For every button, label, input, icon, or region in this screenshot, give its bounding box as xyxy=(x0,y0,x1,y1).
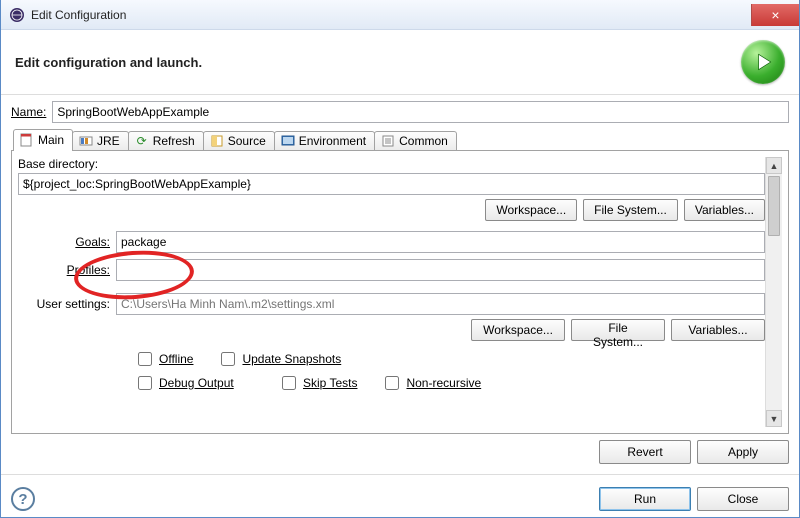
name-label: Name: xyxy=(11,105,46,119)
user-settings-filesystem-button[interactable]: File System... xyxy=(571,319,665,341)
debug-output-checkbox[interactable] xyxy=(138,376,152,390)
header-title: Edit configuration and launch. xyxy=(15,55,202,70)
revert-apply-row: Revert Apply xyxy=(1,434,799,464)
non-recursive-text: Non-recursive xyxy=(406,376,481,390)
titlebar-left: Edit Configuration xyxy=(1,7,126,23)
tab-jre[interactable]: JRE xyxy=(72,131,129,151)
checkbox-row-1: Offline Update Snapshots xyxy=(134,349,765,369)
offline-checkbox[interactable] xyxy=(138,352,152,366)
offline-text: Offline xyxy=(159,352,193,366)
refresh-tab-icon: ⟳ xyxy=(135,134,149,148)
main-tab-icon xyxy=(20,133,34,147)
tab-main[interactable]: Main xyxy=(13,129,73,151)
footer-buttons: Run Close xyxy=(599,487,789,511)
scroll-up-button[interactable]: ▲ xyxy=(766,157,782,174)
revert-button[interactable]: Revert xyxy=(599,440,691,464)
window-title: Edit Configuration xyxy=(31,8,126,22)
close-icon: × xyxy=(771,7,779,23)
help-button[interactable]: ? xyxy=(11,487,35,511)
vertical-scrollbar[interactable]: ▲ ▼ xyxy=(765,157,782,427)
tab-source[interactable]: Source xyxy=(203,131,275,151)
tab-common-label: Common xyxy=(399,134,448,148)
basedir-label: Base directory: xyxy=(18,157,765,171)
tab-source-label: Source xyxy=(228,134,266,148)
tab-refresh-label: Refresh xyxy=(153,134,195,148)
dialog-body: Name: Main JRE ⟳ Refresh xyxy=(1,95,799,434)
user-settings-variables-button[interactable]: Variables... xyxy=(671,319,765,341)
user-settings-button-row: Workspace... File System... Variables... xyxy=(18,319,765,341)
profiles-label: Profiles: xyxy=(18,263,110,277)
name-row: Name: xyxy=(11,101,789,123)
tab-environment-label: Environment xyxy=(299,134,366,148)
tab-environment[interactable]: Environment xyxy=(274,131,375,151)
update-snapshots-checkbox[interactable] xyxy=(221,352,235,366)
debug-output-text: Debug Output xyxy=(159,376,234,390)
jre-tab-icon xyxy=(79,134,93,148)
footer: ? Run Close xyxy=(1,481,799,517)
skip-tests-checkbox[interactable] xyxy=(282,376,296,390)
main-tab-inner: Base directory: Workspace... File System… xyxy=(18,157,765,427)
offline-checkbox-label[interactable]: Offline xyxy=(134,349,193,369)
skip-tests-text: Skip Tests xyxy=(303,376,357,390)
basedir-filesystem-button[interactable]: File System... xyxy=(583,199,678,221)
tab-refresh[interactable]: ⟳ Refresh xyxy=(128,131,204,151)
goals-input[interactable] xyxy=(116,231,765,253)
skip-tests-checkbox-label[interactable]: Skip Tests xyxy=(278,373,357,393)
update-snapshots-text: Update Snapshots xyxy=(242,352,341,366)
footer-separator xyxy=(1,474,799,475)
titlebar: Edit Configuration × xyxy=(1,0,799,30)
dialog-window: Edit Configuration × Edit configuration … xyxy=(0,0,800,518)
source-tab-icon xyxy=(210,134,224,148)
basedir-workspace-button[interactable]: Workspace... xyxy=(485,199,577,221)
scroll-track[interactable] xyxy=(766,238,782,410)
goals-label: Goals: xyxy=(18,235,110,249)
non-recursive-checkbox[interactable] xyxy=(385,376,399,390)
apply-button[interactable]: Apply xyxy=(697,440,789,464)
run-button[interactable]: Run xyxy=(599,487,691,511)
name-input[interactable] xyxy=(52,101,789,123)
user-settings-row: User settings: xyxy=(18,293,765,315)
profiles-input[interactable] xyxy=(116,259,765,281)
window-close-button[interactable]: × xyxy=(751,4,799,26)
main-tab-panel: Base directory: Workspace... File System… xyxy=(11,150,789,434)
user-settings-input[interactable] xyxy=(116,293,765,315)
basedir-button-row: Workspace... File System... Variables... xyxy=(18,199,765,221)
header: Edit configuration and launch. xyxy=(1,30,799,95)
profiles-row: Profiles: xyxy=(18,259,765,281)
tab-common[interactable]: Common xyxy=(374,131,457,151)
tab-bar: Main JRE ⟳ Refresh Source xyxy=(11,129,789,151)
run-icon xyxy=(741,40,785,84)
scroll-thumb[interactable] xyxy=(768,176,780,236)
environment-tab-icon xyxy=(281,134,295,148)
tab-main-label: Main xyxy=(38,133,64,147)
basedir-variables-button[interactable]: Variables... xyxy=(684,199,765,221)
goals-row: Goals: xyxy=(18,231,765,253)
scroll-down-button[interactable]: ▼ xyxy=(766,410,782,427)
close-button[interactable]: Close xyxy=(697,487,789,511)
user-settings-label: User settings: xyxy=(18,297,110,311)
non-recursive-checkbox-label[interactable]: Non-recursive xyxy=(381,373,481,393)
update-snapshots-checkbox-label[interactable]: Update Snapshots xyxy=(217,349,341,369)
user-settings-workspace-button[interactable]: Workspace... xyxy=(471,319,565,341)
basedir-input[interactable] xyxy=(18,173,765,195)
eclipse-icon xyxy=(9,7,25,23)
tab-jre-label: JRE xyxy=(97,134,120,148)
common-tab-icon xyxy=(381,134,395,148)
debug-output-checkbox-label[interactable]: Debug Output xyxy=(134,373,254,393)
checkbox-row-2: Debug Output Skip Tests Non-recursive xyxy=(134,373,765,393)
